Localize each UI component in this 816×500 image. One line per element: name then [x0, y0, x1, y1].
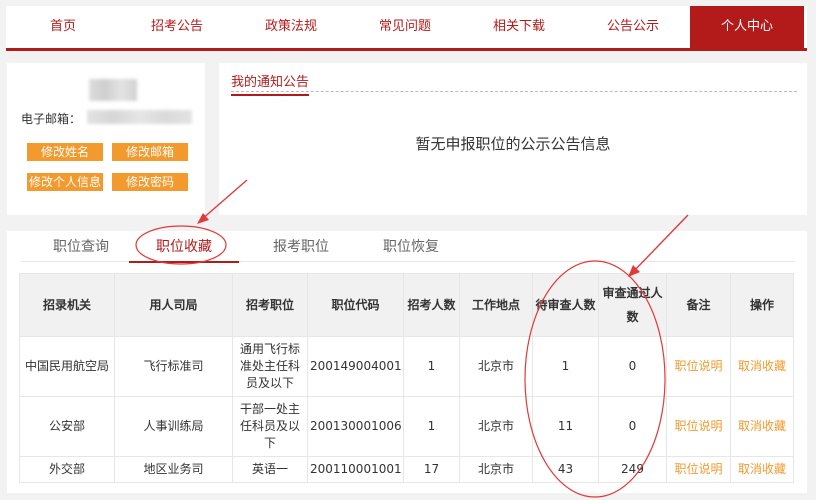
table-row: 中国民用航空局 飞行标准司 通用飞行标准处主任科员及以下 20014900400… [19, 336, 794, 397]
nav-item-policies[interactable]: 政策法规 [234, 6, 348, 48]
tab-bar: 职位查询 职位收藏 报考职位 职位恢复 [21, 231, 795, 263]
cell-department: 人事训练局 [114, 396, 233, 457]
table-row: 公安部 人事训练局 干部一处主任科员及以下 200130001006 1 北京市… [19, 396, 794, 457]
remove-favorite-link[interactable]: 取消收藏 [730, 336, 794, 397]
cell-position: 英语一 [232, 456, 308, 483]
column-header: 招录机关 [19, 273, 115, 337]
cell-department: 地区业务司 [114, 456, 233, 483]
position-description-link[interactable]: 职位说明 [666, 336, 731, 397]
cell-agency: 公安部 [19, 396, 115, 457]
favorites-table: 招录机关 用人司局 招考职位 职位代码 招考人数 工作地点 待审查人数 审查通过… [19, 273, 794, 483]
tab-job-favorites[interactable]: 职位收藏 [129, 231, 239, 263]
remove-favorite-link[interactable]: 取消收藏 [730, 456, 794, 483]
column-header: 操作 [730, 273, 794, 337]
column-header: 用人司局 [114, 273, 233, 337]
position-description-link[interactable]: 职位说明 [666, 396, 731, 457]
column-header: 职位代码 [307, 273, 404, 337]
cell-position-code: 200130001006 [307, 396, 404, 457]
column-header: 待审查人数 [532, 273, 599, 337]
cell-passed-review: 0 [598, 396, 667, 457]
cell-quota: 1 [403, 396, 460, 457]
cell-passed-review: 0 [598, 336, 667, 397]
nav-item-recruitment-notices[interactable]: 招考公告 [120, 6, 234, 48]
table-row: 外交部 地区业务司 英语一 200110001001 17 北京市 43 249… [19, 456, 794, 483]
cell-location: 北京市 [459, 336, 533, 397]
nav-item-downloads[interactable]: 相关下载 [462, 6, 576, 48]
column-header: 招考人数 [403, 273, 460, 337]
notice-panel: 我的通知公告 暂无申报职位的公示公告信息 [219, 63, 807, 215]
username-redacted [89, 79, 137, 101]
email-label: 电子邮箱： [21, 112, 82, 126]
column-header: 审查通过人数 [598, 273, 667, 337]
cell-agency: 外交部 [19, 456, 115, 483]
cell-position-code: 200149004001 [307, 336, 404, 397]
cell-pending-review: 43 [532, 456, 599, 483]
notice-divider [231, 91, 797, 92]
tab-job-search[interactable]: 职位查询 [31, 231, 131, 261]
top-nav: 首页 招考公告 政策法规 常见问题 相关下载 公告公示 个人中心 [6, 6, 807, 51]
column-header: 工作地点 [459, 273, 533, 337]
cell-department: 飞行标准司 [114, 336, 233, 397]
nav-item-personal-center[interactable]: 个人中心 [690, 6, 804, 48]
edit-name-button[interactable]: 修改姓名 [27, 143, 103, 161]
tab-job-restore[interactable]: 职位恢复 [361, 231, 461, 261]
email-redacted [87, 110, 192, 124]
nav-item-announcements[interactable]: 公告公示 [576, 6, 690, 48]
remove-favorite-link[interactable]: 取消收藏 [730, 396, 794, 457]
edit-email-button[interactable]: 修改邮箱 [112, 143, 188, 161]
cell-position: 干部一处主任科员及以下 [232, 396, 308, 457]
notice-title: 我的通知公告 [231, 71, 310, 96]
cell-quota: 17 [403, 456, 460, 483]
cell-pending-review: 1 [532, 336, 599, 397]
column-header: 招考职位 [232, 273, 308, 337]
cell-position: 通用飞行标准处主任科员及以下 [232, 336, 308, 397]
edit-password-button[interactable]: 修改密码 [112, 173, 188, 191]
table-header-row: 招录机关 用人司局 招考职位 职位代码 招考人数 工作地点 待审查人数 审查通过… [19, 273, 794, 337]
tab-applied-jobs[interactable]: 报考职位 [251, 231, 351, 261]
edit-info-button[interactable]: 修改个人信息 [27, 173, 103, 191]
column-header: 备注 [666, 273, 731, 337]
position-description-link[interactable]: 职位说明 [666, 456, 731, 483]
notice-empty-message: 暂无申报职位的公示公告信息 [415, 135, 611, 153]
profile-panel: 电子邮箱： 修改姓名 修改邮箱 修改个人信息 修改密码 [7, 63, 205, 215]
cell-agency: 中国民用航空局 [19, 336, 115, 397]
cell-location: 北京市 [459, 456, 533, 483]
cell-pending-review: 11 [532, 396, 599, 457]
nav-item-faq[interactable]: 常见问题 [348, 6, 462, 48]
cell-location: 北京市 [459, 396, 533, 457]
cell-passed-review: 249 [598, 456, 667, 483]
cell-position-code: 200110001001 [307, 456, 404, 483]
jobs-panel: 职位查询 职位收藏 报考职位 职位恢复 招录机关 用人司局 招考职位 职位代码 … [7, 231, 807, 493]
cell-quota: 1 [403, 336, 460, 397]
nav-item-home[interactable]: 首页 [6, 6, 120, 48]
